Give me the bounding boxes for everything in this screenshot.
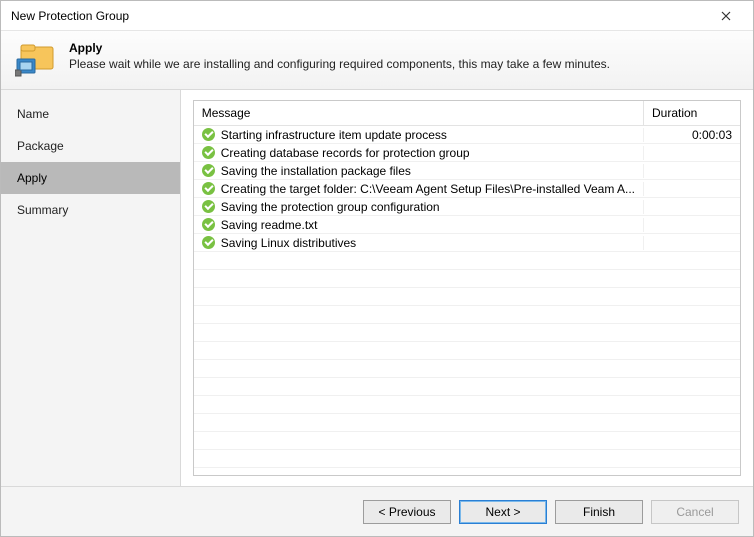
message-text: Saving Linux distributives [221,236,356,250]
column-header-message[interactable]: Message [194,101,644,125]
column-header-duration[interactable]: Duration [644,101,740,125]
message-cell: Saving readme.txt [194,218,644,232]
table-row [194,342,740,360]
table-row [194,270,740,288]
message-text: Saving the installation package files [221,164,411,178]
success-icon [202,200,215,213]
wizard-main-panel: Message Duration Starting infrastructure… [181,90,753,486]
message-cell: Creating the target folder: C:\Veeam Age… [194,182,644,196]
close-button[interactable] [707,4,745,28]
table-row [194,306,740,324]
success-icon [202,164,215,177]
success-icon [202,182,215,195]
wizard-steps-sidebar: NamePackageApplySummary [1,90,181,486]
wizard-step-apply[interactable]: Apply [1,162,180,194]
previous-button[interactable]: < Previous [363,500,451,524]
wizard-header: Apply Please wait while we are installin… [1,31,753,90]
table-row[interactable]: Saving the protection group configuratio… [194,198,740,216]
wizard-step-package[interactable]: Package [1,130,180,162]
table-row [194,360,740,378]
table-row[interactable]: Saving readme.txt [194,216,740,234]
next-button[interactable]: Next > [459,500,547,524]
table-row [194,252,740,270]
table-row[interactable]: Saving the installation package files [194,162,740,180]
table-row [194,324,740,342]
table-row [194,450,740,468]
message-cell: Saving the protection group configuratio… [194,200,644,214]
table-row [194,378,740,396]
duration-cell: 0:00:03 [644,128,740,142]
cancel-button: Cancel [651,500,739,524]
titlebar: New Protection Group [1,1,753,31]
message-cell: Saving Linux distributives [194,236,644,250]
progress-table: Message Duration Starting infrastructure… [193,100,741,476]
table-row[interactable]: Creating database records for protection… [194,144,740,162]
wizard-footer: < Previous Next > Finish Cancel [1,486,753,536]
message-text: Creating database records for protection… [221,146,470,160]
table-row [194,432,740,450]
success-icon [202,146,215,159]
window-title: New Protection Group [11,9,707,23]
table-row[interactable]: Starting infrastructure item update proc… [194,126,740,144]
table-row[interactable]: Creating the target folder: C:\Veeam Age… [194,180,740,198]
table-row [194,414,740,432]
success-icon [202,218,215,231]
folder-agent-icon [15,39,57,79]
message-cell: Creating database records for protection… [194,146,644,160]
wizard-step-summary[interactable]: Summary [1,194,180,226]
finish-button[interactable]: Finish [555,500,643,524]
message-cell: Saving the installation package files [194,164,644,178]
table-body: Starting infrastructure item update proc… [194,126,740,475]
message-text: Starting infrastructure item update proc… [221,128,447,142]
close-icon [721,11,731,21]
table-row [194,396,740,414]
message-text: Saving readme.txt [221,218,318,232]
table-header: Message Duration [194,101,740,126]
success-icon [202,128,215,141]
message-text: Creating the target folder: C:\Veeam Age… [221,182,635,196]
wizard-step-name[interactable]: Name [1,98,180,130]
table-row [194,288,740,306]
success-icon [202,236,215,249]
message-text: Saving the protection group configuratio… [221,200,440,214]
table-row[interactable]: Saving Linux distributives [194,234,740,252]
header-title: Apply [69,41,610,55]
header-subtitle: Please wait while we are installing and … [69,57,610,71]
message-cell: Starting infrastructure item update proc… [194,128,644,142]
